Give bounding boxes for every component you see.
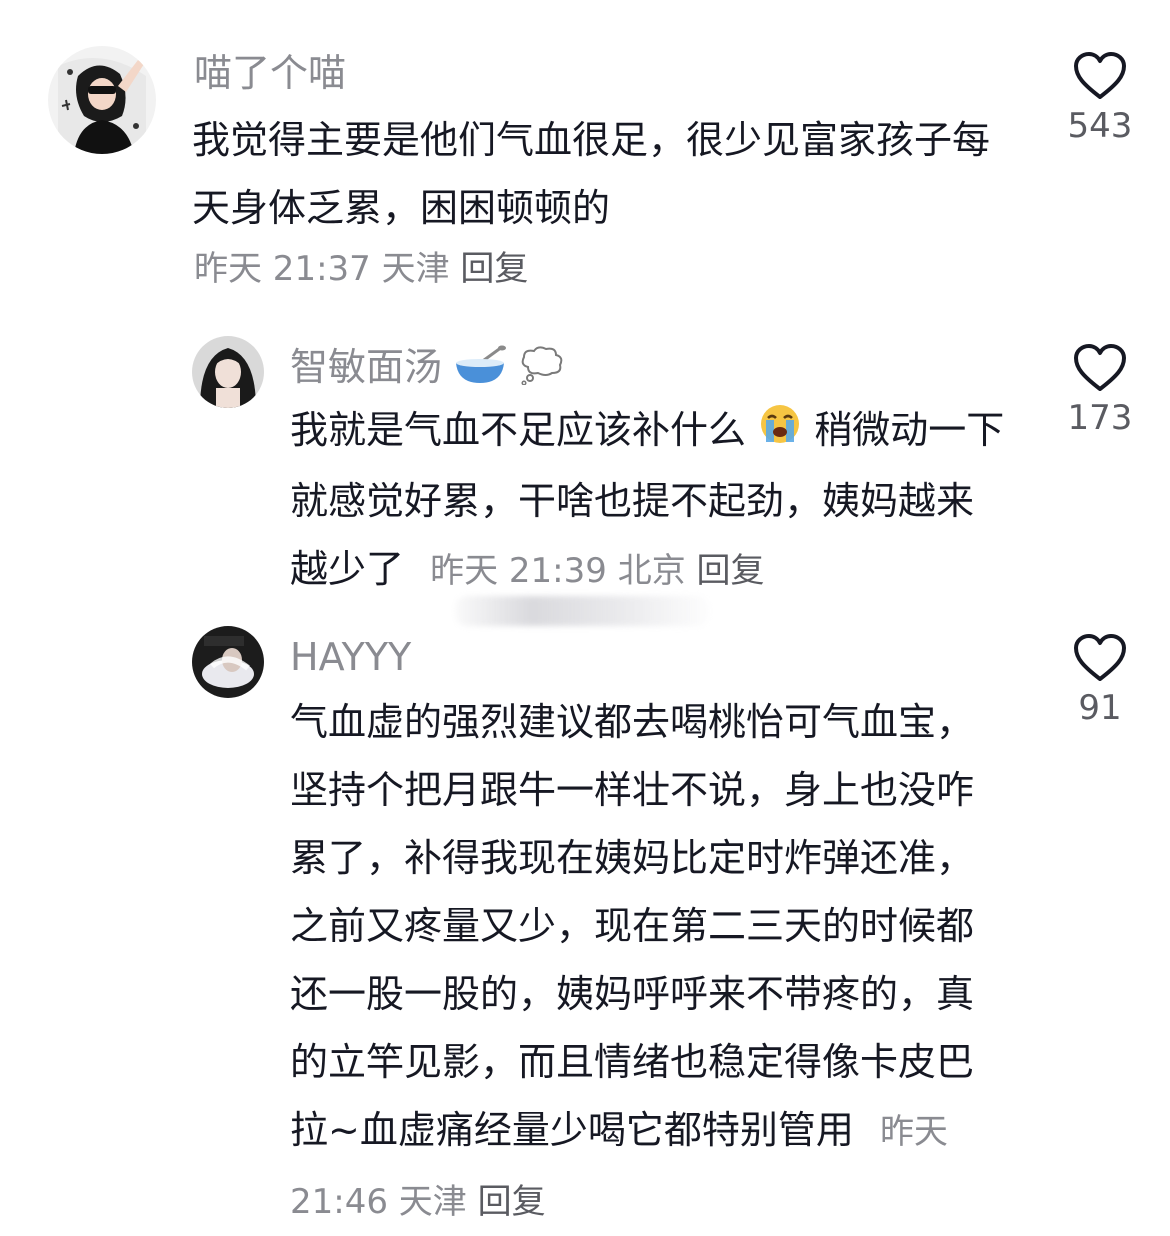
comment-time: 昨天 21:37 bbox=[194, 249, 371, 289]
comment-location: 北京 bbox=[617, 550, 686, 591]
reply-button[interactable]: 回复 bbox=[460, 249, 528, 289]
like-count: 543 bbox=[1067, 106, 1133, 146]
comment-username[interactable]: HAYYY bbox=[290, 634, 411, 680]
avatar[interactable] bbox=[192, 336, 264, 408]
comment-text: 气血虚的强烈建议都去喝桃怡可气血宝，坚持个把月跟牛一样壮不说，身上也没咋累了，补… bbox=[290, 688, 1010, 1236]
like-count: 173 bbox=[1067, 398, 1133, 438]
heart-outline-icon bbox=[1074, 52, 1126, 99]
avatar[interactable] bbox=[48, 46, 156, 154]
like-button[interactable]: 91 bbox=[1040, 634, 1160, 728]
blurred-region bbox=[455, 596, 710, 626]
heart-outline-icon bbox=[1074, 634, 1126, 681]
like-button[interactable]: 543 bbox=[1040, 52, 1160, 146]
heart-outline-icon bbox=[1074, 344, 1126, 391]
comment-text-part: 气血虚的强烈建议都去喝桃怡可气血宝，坚持个把月跟牛一样壮不说，身上也没咋累了，补… bbox=[290, 700, 975, 1152]
like-count: 91 bbox=[1078, 688, 1122, 728]
thought-bubble-emoji bbox=[518, 345, 564, 395]
comment-text: 我觉得主要是他们气血很足，很少见富家孩子每天身体乏累，困困顿顿的 bbox=[192, 118, 991, 230]
like-button[interactable]: 173 bbox=[1040, 344, 1160, 438]
comment-username[interactable]: 智敏面汤 bbox=[290, 344, 564, 395]
comment-username[interactable]: 喵了个喵 bbox=[194, 50, 346, 96]
username-text: 智敏面汤 bbox=[290, 345, 443, 389]
comment-location: 天津 bbox=[381, 249, 450, 289]
loudly-crying-face-emoji bbox=[758, 399, 802, 467]
reply-button[interactable]: 回复 bbox=[697, 551, 765, 591]
comment-time: 昨天 21:39 bbox=[430, 550, 607, 591]
comment-text: 我就是气血不足应该补什么 稍微动一下就感觉好累，干啥也提不起劲，姨妈越来越少了 … bbox=[290, 396, 1010, 605]
avatar[interactable] bbox=[192, 626, 264, 698]
comment-text-part: 我就是气血不足应该补什么 bbox=[290, 408, 747, 452]
comment-location: 天津 bbox=[398, 1182, 467, 1222]
comment-meta: 昨天 21:39 北京 回复 bbox=[430, 551, 764, 591]
comment-meta: 昨天 21:37 天津 回复 bbox=[194, 246, 528, 292]
bowl-spoon-emoji bbox=[454, 345, 507, 395]
reply-button[interactable]: 回复 bbox=[478, 1182, 546, 1222]
